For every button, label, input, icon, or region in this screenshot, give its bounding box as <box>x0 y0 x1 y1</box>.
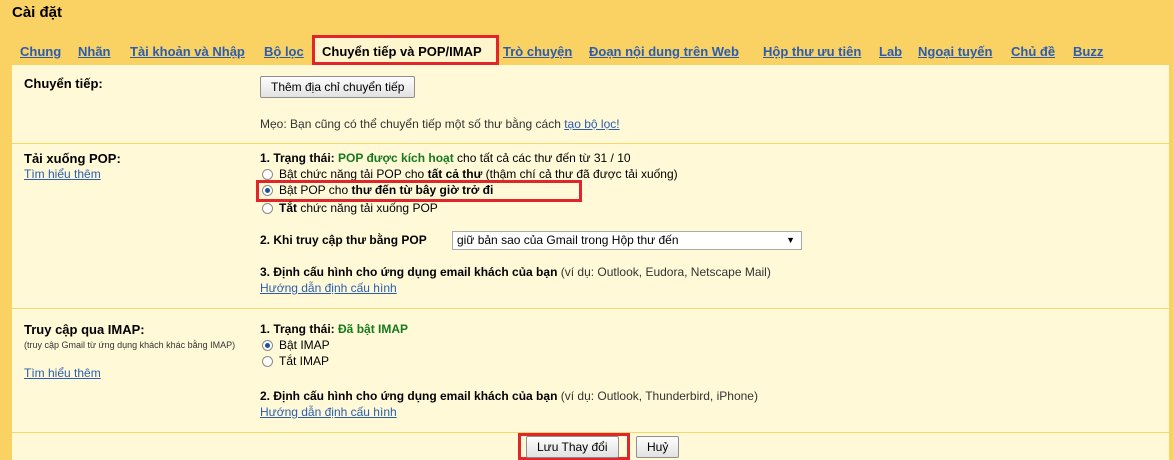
imap-config-label: 2. Định cấu hình cho ứng dụng email khác… <box>260 389 558 403</box>
pop-new-mail-text-b: thư đến từ bây giờ trở đi <box>351 183 494 197</box>
imap-learn-more-link[interactable]: Tìm hiểu thêm <box>24 366 101 380</box>
pop-all-mail-text-b: tất cả thư <box>427 167 483 181</box>
pop-config: 3. Định cấu hình cho ứng dụng email khác… <box>260 265 771 279</box>
create-filter-link[interactable]: tạo bộ lọc! <box>564 117 619 131</box>
dropdown-arrow-icon: ▼ <box>786 235 795 245</box>
page-title: Cài đặt <box>12 4 63 21</box>
cancel-button[interactable]: Huỷ <box>636 436 680 458</box>
pop-new-mail-radio[interactable] <box>262 185 273 196</box>
tab-chat[interactable]: Trò chuyện <box>503 44 572 59</box>
tab-forwarding-pop-imap[interactable]: Chuyển tiếp và POP/IMAP <box>322 44 482 59</box>
pop-disable-text-a: Tắt <box>279 201 297 215</box>
pop-disable-radio[interactable] <box>262 203 273 214</box>
imap-config-instructions-link[interactable]: Hướng dẫn định cấu hình <box>260 405 397 419</box>
tab-labs[interactable]: Lab <box>879 44 902 59</box>
pop-status: 1. Trạng thái: POP được kích hoạt cho tấ… <box>260 151 631 165</box>
save-changes-button[interactable]: Lưu Thay đổi <box>526 436 619 458</box>
pop-status-value: POP được kích hoạt <box>338 151 454 165</box>
imap-label: Truy cập qua IMAP: <box>24 322 145 337</box>
tab-offline[interactable]: Ngoại tuyến <box>918 44 992 59</box>
imap-config-hint: (ví dụ: Outlook, Thunderbird, iPhone) <box>557 389 758 403</box>
settings-tabs: Chung Nhãn Tài khoản và Nhập Bộ lọc Chuy… <box>0 36 1173 62</box>
imap-enable-label[interactable]: Bật IMAP <box>279 338 330 352</box>
tab-priority-inbox[interactable]: Hộp thư ưu tiên <box>763 44 861 59</box>
tab-labels[interactable]: Nhãn <box>78 44 111 59</box>
pop-disable-option[interactable]: Tắt chức năng tải xuống POP <box>279 201 438 215</box>
imap-status: 1. Trạng thái: Đã bật IMAP <box>260 322 408 336</box>
imap-sub-label: (truy cập Gmail từ ứng dụng khách khác b… <box>24 340 236 350</box>
imap-enable-radio[interactable] <box>262 340 273 351</box>
imap-disable-label[interactable]: Tắt IMAP <box>279 354 329 368</box>
pop-access-select[interactable]: giữ bản sao của Gmail trong Hộp thư đến … <box>452 231 802 250</box>
pop-section: Tải xuống POP: Tìm hiểu thêm 1. Trạng th… <box>12 144 1169 309</box>
tab-filters[interactable]: Bộ lọc <box>264 44 304 59</box>
pop-new-mail-option[interactable]: Bật POP cho thư đến từ bây giờ trở đi <box>279 183 493 197</box>
pop-label: Tải xuống POP: <box>24 151 121 166</box>
settings-frame: Cài đặt Chung Nhãn Tài khoản và Nhập Bộ … <box>0 0 1173 460</box>
pop-access-label: 2. Khi truy cập thư bằng POP <box>260 233 427 247</box>
imap-status-prefix: 1. Trạng thái: <box>260 322 339 336</box>
pop-all-mail-radio[interactable] <box>262 169 273 180</box>
pop-access-label-text: 2. Khi truy cập thư bằng POP <box>260 233 427 247</box>
pop-disable-text-b: chức năng tải xuống POP <box>297 201 438 215</box>
forwarding-tip: Mẹo: Bạn cũng có thể chuyển tiếp một số … <box>260 117 620 131</box>
pop-all-mail-option[interactable]: Bật chức năng tải POP cho tất cả thư (th… <box>279 167 678 181</box>
pop-new-mail-text-a: Bật POP cho <box>279 183 352 197</box>
tab-general[interactable]: Chung <box>20 44 61 59</box>
pop-all-mail-text-c: (thậm chí cả thư đã được tải xuống) <box>482 167 678 181</box>
add-forwarding-address-button[interactable]: Thêm địa chỉ chuyển tiếp <box>260 76 416 98</box>
tab-buzz[interactable]: Buzz <box>1073 44 1103 59</box>
pop-status-suffix: cho tất cả các thư đến từ 31 / 10 <box>453 151 631 165</box>
pop-access-select-value: giữ bản sao của Gmail trong Hộp thư đến <box>457 233 679 247</box>
pop-config-label: 3. Định cấu hình cho ứng dụng email khác… <box>260 265 558 279</box>
imap-status-value: Đã bật IMAP <box>338 322 409 336</box>
pop-config-hint: (ví dụ: Outlook, Eudora, Netscape Mail) <box>557 265 771 279</box>
tab-accounts-import[interactable]: Tài khoản và Nhập <box>130 44 245 59</box>
imap-disable-radio[interactable] <box>262 356 273 367</box>
forwarding-section: Chuyển tiếp: Thêm địa chỉ chuyển tiếp Mẹ… <box>12 65 1169 144</box>
settings-content: Chuyển tiếp: Thêm địa chỉ chuyển tiếp Mẹ… <box>12 65 1169 460</box>
pop-all-mail-text-a: Bật chức năng tải POP cho <box>279 167 428 181</box>
pop-config-instructions-link[interactable]: Hướng dẫn định cấu hình <box>260 281 397 295</box>
forwarding-label: Chuyển tiếp: <box>24 76 103 91</box>
pop-learn-more-link[interactable]: Tìm hiểu thêm <box>24 167 101 181</box>
forwarding-tip-text: Mẹo: Bạn cũng có thể chuyển tiếp một số … <box>260 117 565 131</box>
tab-web-clips[interactable]: Đoạn nội dung trên Web <box>589 44 739 59</box>
pop-status-prefix: 1. Trạng thái: <box>260 151 339 165</box>
tab-themes[interactable]: Chủ đề <box>1011 44 1055 59</box>
settings-footer: Lưu Thay đổi Huỷ <box>12 433 1169 460</box>
imap-config: 2. Định cấu hình cho ứng dụng email khác… <box>260 389 758 403</box>
imap-section: Truy cập qua IMAP: (truy cập Gmail từ ứn… <box>12 309 1169 433</box>
